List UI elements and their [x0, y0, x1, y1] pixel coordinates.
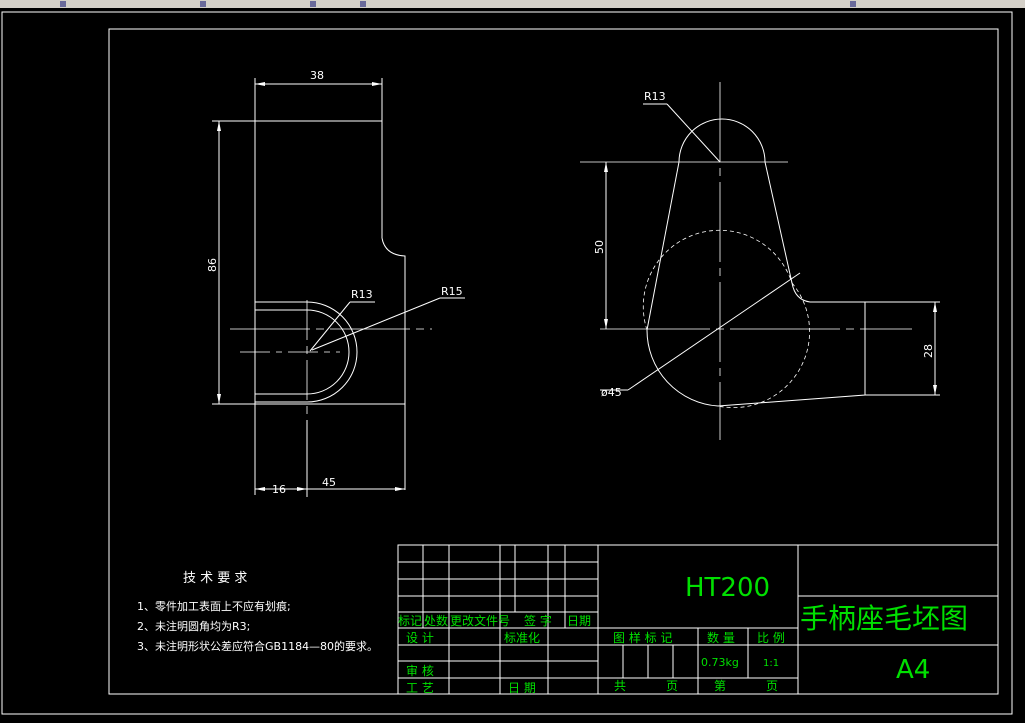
- dim28-arrow-b: [933, 385, 937, 395]
- tb-weight: 0.73kg: [701, 656, 739, 669]
- tb-rev-h-sign: 签 字: [524, 613, 552, 628]
- toolbar-icon-1[interactable]: [60, 1, 66, 7]
- tb-review: 审 核: [406, 663, 434, 678]
- dim38-arrow-l: [255, 82, 265, 86]
- front-body-notch: [381, 237, 406, 490]
- dim28-arrow-t: [933, 302, 937, 312]
- toolbar-icon-4[interactable]: [360, 1, 366, 7]
- dim38-label: 38: [310, 69, 324, 82]
- front-view: R13 R15 38 86 16 45: [206, 69, 465, 497]
- front-r15-leader: [311, 297, 441, 351]
- tb-rev-h-date: 日期: [567, 614, 591, 628]
- side-big-circle-right: [717, 282, 810, 409]
- tb-scale: 1:1: [763, 658, 779, 669]
- notes-title: 技 术 要 求: [183, 571, 247, 586]
- tb-part-name: 手柄座毛坯图: [800, 602, 968, 635]
- side-dia-label: ø45: [601, 386, 622, 399]
- cad-drawing: R13 R15 38 86 16 45 R13 50 ø45 28 技 术 要 …: [1, 11, 1013, 715]
- tb-total: 共: [614, 679, 626, 693]
- dim45-label: 45: [322, 476, 336, 489]
- dim16-arrow-r: [297, 487, 307, 491]
- tb-standardize: 标准化: [504, 631, 540, 645]
- tb-date: 日 期: [508, 681, 536, 695]
- tb-rev-h-doc: 更改文件号: [450, 613, 510, 628]
- title-block: HT200 手柄座毛坯图 A4 标记 处数 更改文件号 签 字 日期 设 计 标…: [397, 544, 999, 695]
- toolbar-icon-3[interactable]: [310, 1, 316, 7]
- tb-rev-h-count: 处数: [424, 613, 448, 628]
- side-left-tangent: [646, 161, 680, 331]
- tb-process: 工 艺: [406, 681, 434, 695]
- dim86-arrow-t: [217, 121, 221, 131]
- dim28-label: 28: [922, 344, 935, 358]
- dim50-label: 50: [593, 240, 606, 254]
- tb-scale-label: 比 例: [757, 631, 785, 645]
- side-top-arc: [678, 118, 766, 163]
- tb-sheet-size: A4: [896, 655, 930, 685]
- side-lug: [717, 282, 866, 407]
- front-body-outline: [255, 120, 383, 238]
- toolbar-strip: [0, 0, 1025, 8]
- dim16-arrow-l: [255, 487, 265, 491]
- dim86-label: 86: [206, 258, 219, 272]
- tb-page2: 页: [766, 679, 778, 693]
- front-r13-leader: [309, 301, 351, 352]
- tb-page: 页: [666, 679, 678, 693]
- side-view: R13 50 ø45 28: [580, 82, 940, 440]
- front-r13-label: R13: [351, 288, 373, 301]
- technical-notes: 技 术 要 求 1、零件加工表面上不应有划痕; 2、未注明圆角均为R3; 3、未…: [137, 571, 378, 653]
- drawing-canvas[interactable]: R13 R15 38 86 16 45 R13 50 ø45 28 技 术 要 …: [0, 8, 1025, 719]
- note-1: 1、零件加工表面上不应有划痕;: [137, 599, 291, 613]
- side-r13-leader: [666, 103, 721, 163]
- tb-material: HT200: [685, 573, 770, 603]
- note-3: 3、未注明形状公差应符合GB1184—80的要求。: [137, 639, 378, 653]
- dim16-label: 16: [272, 483, 286, 496]
- toolbar-icon-5[interactable]: [850, 1, 856, 7]
- tb-stage-mark: 图 样 标 记: [613, 630, 672, 645]
- tb-design: 设 计: [406, 631, 434, 645]
- front-r15-label: R15: [441, 285, 463, 298]
- tb-quantity-label: 数 量: [707, 630, 735, 645]
- side-dia-leader: [627, 272, 801, 391]
- toolbar-icon-2[interactable]: [200, 1, 206, 7]
- side-big-circle: [646, 329, 719, 407]
- tb-sheet-no: 第: [714, 679, 726, 693]
- dim86-arrow-b: [217, 394, 221, 404]
- dim45-arrow-r: [395, 487, 405, 491]
- note-2: 2、未注明圆角均为R3;: [137, 619, 250, 633]
- dim50-arrow-b: [604, 319, 608, 329]
- side-r13-label: R13: [644, 90, 666, 103]
- side-big-circle-upper: [642, 229, 793, 331]
- tb-rev-h-mark: 标记: [398, 614, 422, 628]
- dim38-arrow-r: [372, 82, 382, 86]
- side-right-tangent: [764, 161, 793, 284]
- dim50-arrow-t: [604, 162, 608, 172]
